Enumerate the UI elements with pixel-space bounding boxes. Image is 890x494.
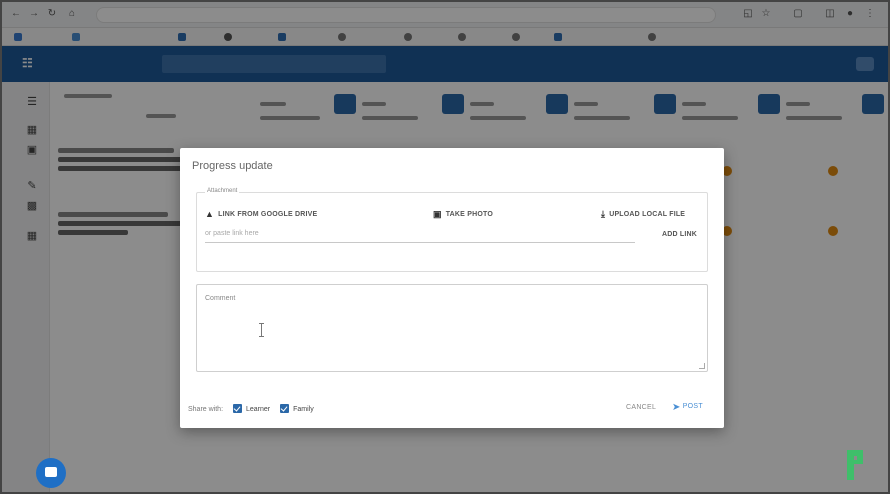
text-cursor-icon [259, 323, 264, 337]
family-checkbox[interactable] [280, 404, 290, 413]
camera-icon: ▣ [433, 209, 442, 219]
chat-button[interactable] [36, 458, 66, 488]
attachments-legend: Attachment [205, 188, 240, 194]
learner-checkbox-label: Learner [245, 406, 271, 413]
progress-update-dialog: Progress update Attachment ▲ LINK FROM GO… [180, 148, 724, 428]
link-input[interactable]: or paste link here [205, 229, 635, 243]
cancel-button[interactable]: CANCEL [626, 404, 656, 411]
share-with-row: Share with: Learner Family [188, 404, 314, 413]
share-with-label: Share with: [188, 406, 224, 413]
google-drive-icon: ▲ [205, 209, 215, 219]
upload-icon: ⤓ [601, 209, 606, 219]
learner-checkbox[interactable] [232, 404, 242, 413]
comment-label: Comment [205, 295, 236, 302]
family-checkbox-label: Family [293, 406, 314, 413]
resize-handle[interactable] [699, 363, 705, 369]
add-link-button[interactable]: ADD LINK [662, 231, 697, 238]
brand-logo [847, 450, 863, 480]
screenshot-frame: ← → ↻ ⌂ ◱ ☆ ▢ ◫ ● ⋮ ☷ ☰ ▦ ▣ ✎ ▩ ▦ Progre… [0, 0, 890, 494]
send-icon: ➤ [672, 402, 681, 413]
attachments-section: Attachment ▲ LINK FROM GOOGLE DRIVE ▣ TAKE… [196, 188, 708, 272]
post-button[interactable]: ➤ POST [672, 402, 703, 413]
upload-local-file-button[interactable]: ⤓ UPLOAD LOCAL FILE [601, 209, 685, 220]
comment-textarea[interactable]: Comment [196, 284, 708, 372]
link-input-placeholder: or paste link here [205, 230, 259, 237]
link-from-google-drive-button[interactable]: ▲ LINK FROM GOOGLE DRIVE [205, 209, 317, 219]
chat-bubble-icon [45, 467, 57, 477]
dialog-title: Progress update [192, 160, 273, 172]
take-photo-button[interactable]: ▣ TAKE PHOTO [433, 209, 493, 220]
